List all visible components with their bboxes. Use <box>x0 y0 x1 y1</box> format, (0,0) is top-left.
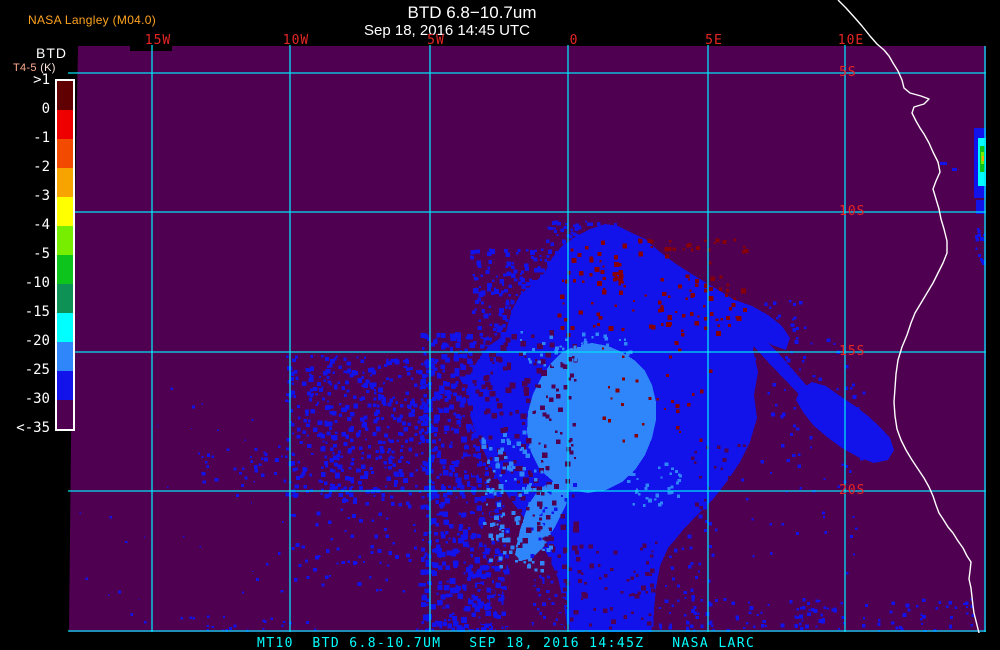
color-scale-tick-label: -5 <box>33 246 50 262</box>
color-scale-segment <box>57 226 73 255</box>
color-scale-tick-label: -2 <box>33 159 50 175</box>
color-scale-bar <box>55 79 75 431</box>
color-scale-tick-label: -15 <box>24 304 50 320</box>
map-canvas <box>68 0 986 650</box>
legend-title: BTD <box>36 45 67 61</box>
satellite-product-view: NASA Langley (M04.0) BTD 6.8−10.7um Sep … <box>0 0 1000 650</box>
longitude-label: 15W <box>144 33 172 48</box>
color-scale-tick-label: 0 <box>41 101 50 117</box>
latitude-label: 15S <box>839 344 866 359</box>
longitude-label: 0 <box>569 33 579 48</box>
longitude-label: 10E <box>837 33 865 48</box>
status-bar-text: MT10 BTD 6.8-10.7UM SEP 18, 2016 14:45Z … <box>257 636 756 650</box>
latitude-label: 10S <box>839 204 866 219</box>
color-scale-segment <box>57 342 73 371</box>
color-scale-segment <box>57 81 73 110</box>
color-scale-segment <box>57 284 73 313</box>
latitude-label: 20S <box>839 483 866 498</box>
color-scale-tick-label: -3 <box>33 188 50 204</box>
longitude-label: 5E <box>705 33 723 48</box>
color-scale-segment <box>57 168 73 197</box>
page-title: BTD 6.8−10.7um <box>407 3 537 22</box>
color-scale-tick-label: -1 <box>33 130 50 146</box>
latitude-label: 5S <box>839 65 857 80</box>
color-scale-tick-label: -25 <box>24 362 50 378</box>
color-scale-segment <box>57 139 73 168</box>
color-scale-tick-label: -10 <box>24 275 50 291</box>
color-scale-segment <box>57 197 73 226</box>
color-scale-segment <box>57 110 73 139</box>
color-scale-segment <box>57 400 73 429</box>
color-scale-tick-label: >1 <box>33 72 50 88</box>
color-scale-segment <box>57 371 73 400</box>
color-scale-tick-label: -4 <box>33 217 50 233</box>
longitude-label: 10W <box>282 33 310 48</box>
color-scale-segment <box>57 255 73 284</box>
color-scale-tick-label: -30 <box>24 391 50 407</box>
color-scale-tick-label: <-35 <box>16 420 50 436</box>
color-scale-tick-label: -20 <box>24 333 50 349</box>
status-bar: MT10 BTD 6.8-10.7UM SEP 18, 2016 14:45Z … <box>0 633 1000 650</box>
color-scale-segment <box>57 313 73 342</box>
longitude-label: 5W <box>427 33 445 48</box>
